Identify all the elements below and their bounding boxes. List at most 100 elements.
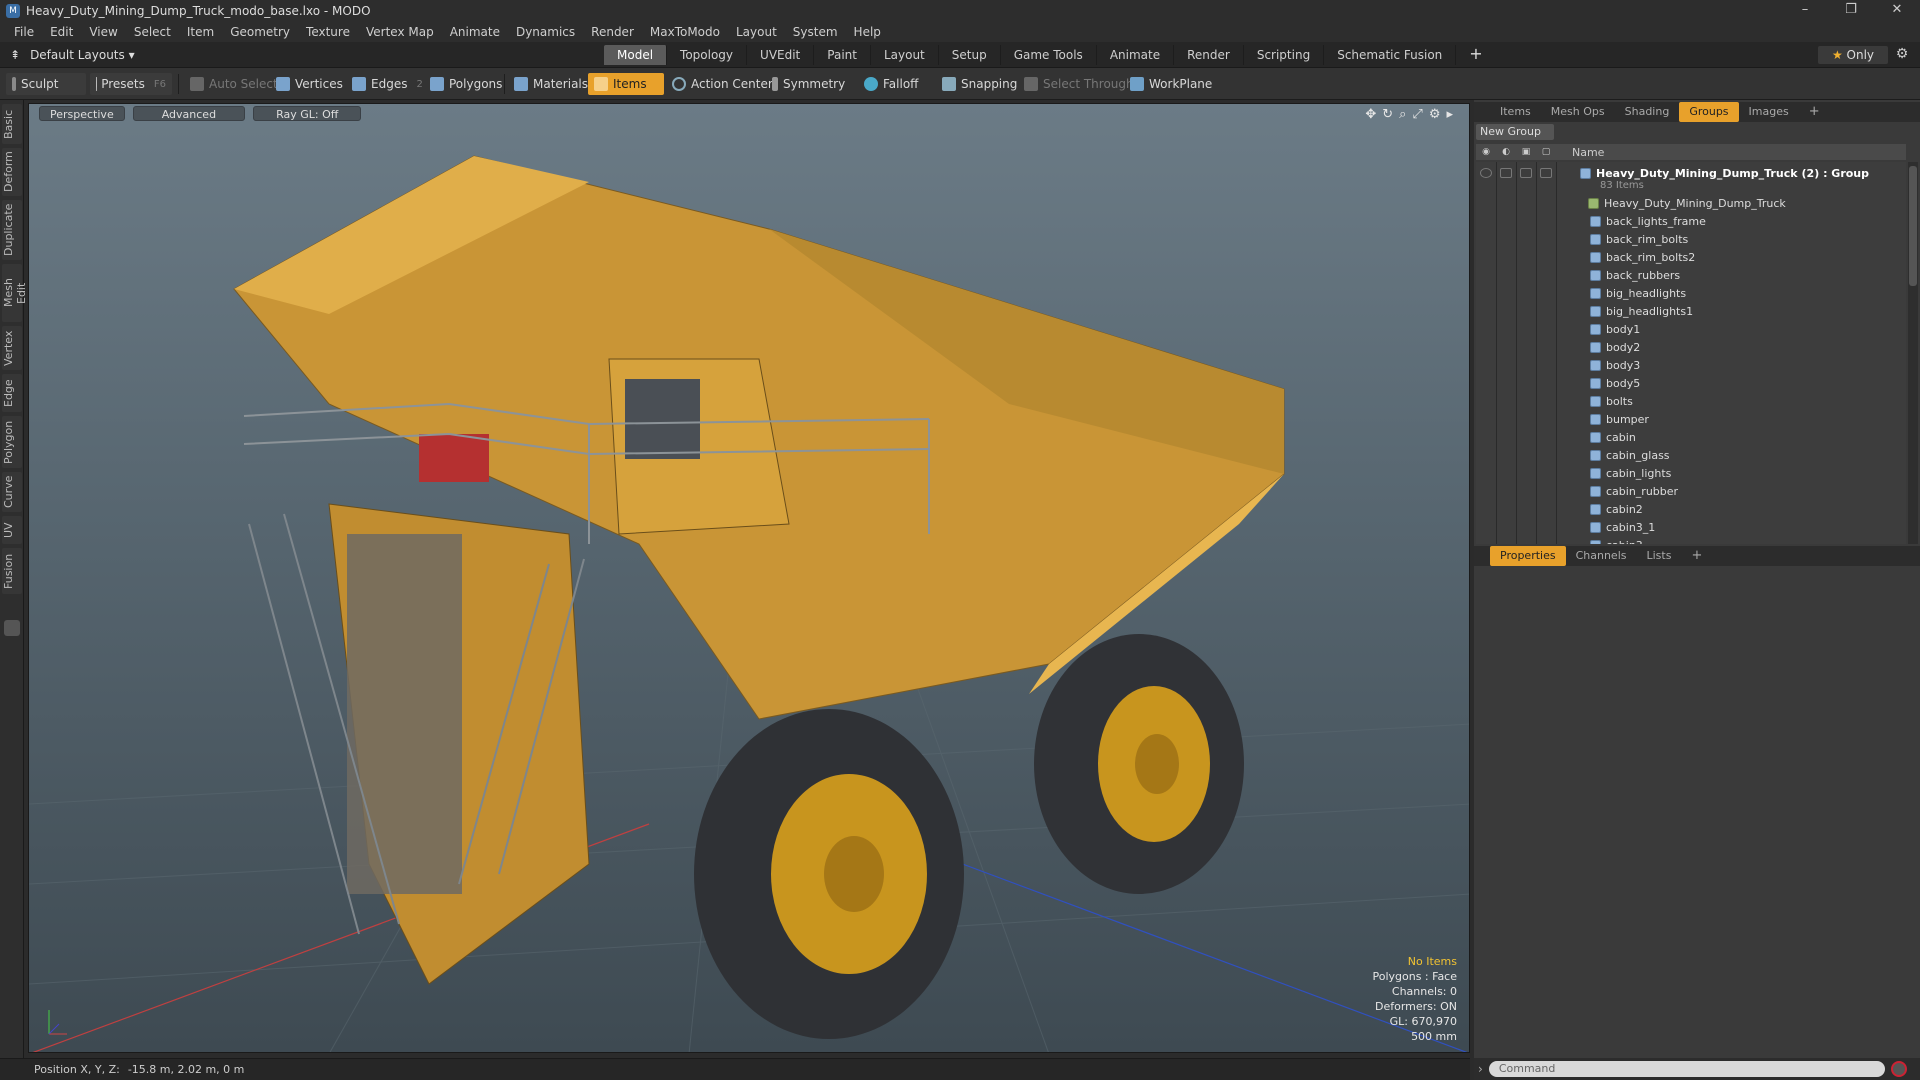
list-item[interactable]: body3	[1476, 356, 1906, 374]
presets-button[interactable]: Presets F6	[90, 73, 172, 95]
tab-render[interactable]: Render	[1174, 45, 1244, 65]
action-center-button[interactable]: Action Center	[666, 73, 779, 95]
list-item[interactable]: big_headlights1	[1476, 302, 1906, 320]
visibility-column-icon[interactable]: ◉	[1476, 147, 1496, 157]
tab-fusion[interactable]: Fusion	[2, 548, 22, 594]
tab-channels[interactable]: Channels	[1566, 546, 1637, 566]
symmetry-button[interactable]: Symmetry	[766, 73, 851, 95]
menu-file[interactable]: File	[6, 25, 42, 39]
tab-scripting[interactable]: Scripting	[1244, 45, 1325, 65]
3d-viewport[interactable]: Perspective Advanced Ray GL: Off ✥ ↻ ⌕ ⤢…	[28, 103, 1470, 1053]
menu-item[interactable]: Item	[179, 25, 222, 39]
close-button[interactable]: ✕	[1874, 0, 1920, 22]
tab-curve[interactable]: Curve	[2, 472, 22, 512]
add-tab-button[interactable]: +	[1456, 45, 1495, 65]
layout-selector[interactable]: ⇞ Default Layouts ▾	[10, 46, 135, 64]
tab-vertex[interactable]: Vertex	[2, 326, 22, 370]
list-item[interactable]: big_headlights	[1476, 284, 1906, 302]
minimize-button[interactable]: –	[1782, 0, 1828, 22]
list-item[interactable]: body2	[1476, 338, 1906, 356]
list-item[interactable]: body5	[1476, 374, 1906, 392]
groups-list[interactable]: Heavy_Duty_Mining_Dump_Truck (2) : Group…	[1476, 162, 1906, 544]
perspective-button[interactable]: Perspective	[39, 106, 125, 121]
name-column-header[interactable]: Name	[1572, 146, 1604, 159]
falloff-button[interactable]: Falloff	[858, 73, 924, 95]
menu-vertex-map[interactable]: Vertex Map	[358, 25, 442, 39]
tab-setup[interactable]: Setup	[939, 45, 1001, 65]
workplane-button[interactable]: WorkPlane	[1124, 73, 1218, 95]
tab-game-tools[interactable]: Game Tools	[1001, 45, 1097, 65]
maximize-button[interactable]: ❐	[1828, 0, 1874, 22]
menu-system[interactable]: System	[785, 25, 846, 39]
list-item[interactable]: Heavy_Duty_Mining_Dump_Truck	[1476, 194, 1906, 212]
ray-gl-button[interactable]: Ray GL: Off	[253, 106, 362, 121]
list-item[interactable]: cabin_lights	[1476, 464, 1906, 482]
list-item[interactable]: cabin_glass	[1476, 446, 1906, 464]
list-item[interactable]: back_rim_bolts2	[1476, 248, 1906, 266]
tab-mesh-edit[interactable]: Mesh Edit	[2, 264, 28, 322]
materials-button[interactable]: Materials	[508, 73, 594, 95]
tab-layout[interactable]: Layout	[871, 45, 939, 65]
tab-duplicate[interactable]: Duplicate	[2, 200, 22, 260]
only-toggle-button[interactable]: ★ Only	[1818, 46, 1888, 64]
tab-shading[interactable]: Shading	[1615, 102, 1680, 122]
menu-select[interactable]: Select	[126, 25, 179, 39]
polygons-button[interactable]: Polygons	[424, 73, 508, 95]
list-item[interactable]: cabin_rubber	[1476, 482, 1906, 500]
items-button[interactable]: Items	[588, 73, 664, 95]
menu-geometry[interactable]: Geometry	[222, 25, 298, 39]
tab-model[interactable]: Model	[604, 45, 668, 65]
viewport-settings-icon[interactable]: ⚙	[1429, 107, 1441, 122]
menu-layout[interactable]: Layout	[728, 25, 785, 39]
menu-view[interactable]: View	[81, 25, 125, 39]
command-record-icon[interactable]	[1890, 1061, 1907, 1077]
rotate-icon[interactable]: ↻	[1382, 107, 1393, 122]
menu-render[interactable]: Render	[583, 25, 642, 39]
tab-basic[interactable]: Basic	[2, 104, 22, 144]
tab-mesh-ops[interactable]: Mesh Ops	[1541, 102, 1615, 122]
tab-schematic-fusion[interactable]: Schematic Fusion	[1324, 45, 1457, 65]
tab-topology[interactable]: Topology	[667, 45, 748, 65]
tab-lists[interactable]: Lists	[1637, 546, 1682, 566]
tab-paint[interactable]: Paint	[814, 45, 871, 65]
select-through-button[interactable]: Select Through	[1018, 73, 1140, 95]
new-group-button[interactable]: New Group	[1476, 124, 1554, 140]
menu-maxtomodo[interactable]: MaxToModo	[642, 25, 728, 39]
select-column-icon[interactable]: ▢	[1536, 147, 1556, 157]
zoom-icon[interactable]: ⌕	[1399, 107, 1406, 122]
tab-properties[interactable]: Properties	[1490, 546, 1566, 566]
pan-icon[interactable]: ✥	[1365, 107, 1376, 122]
list-item[interactable]: cabin	[1476, 428, 1906, 446]
add-properties-tab-button[interactable]: +	[1681, 546, 1712, 566]
tab-uv[interactable]: UV	[2, 516, 22, 544]
snapping-button[interactable]: Snapping	[936, 73, 1023, 95]
list-item[interactable]: body1	[1476, 320, 1906, 338]
tab-images[interactable]: Images	[1739, 102, 1799, 122]
tab-deform[interactable]: Deform	[2, 148, 22, 196]
list-item[interactable]: bumper	[1476, 410, 1906, 428]
auto-select-button[interactable]: Auto Select	[184, 73, 284, 95]
list-item[interactable]: cabin3	[1476, 536, 1906, 544]
fit-icon[interactable]: ⤢	[1412, 107, 1422, 122]
list-item[interactable]: bolts	[1476, 392, 1906, 410]
eye-icon[interactable]	[1480, 168, 1492, 178]
list-item[interactable]: back_lights_frame	[1476, 212, 1906, 230]
viewport-menu-icon[interactable]: ▸	[1446, 107, 1453, 122]
tab-polygon[interactable]: Polygon	[2, 416, 22, 468]
groups-list-scrollbar[interactable]	[1908, 162, 1918, 544]
layout-collapse-icon[interactable]: ⇞	[10, 48, 20, 62]
render-toggle-icon[interactable]	[1520, 168, 1532, 178]
list-item[interactable]: cabin2	[1476, 500, 1906, 518]
layout-gear-icon[interactable]: ⚙	[1892, 46, 1912, 64]
edges-button[interactable]: Edges 2	[346, 73, 429, 95]
list-item[interactable]: back_rubbers	[1476, 266, 1906, 284]
tab-animate[interactable]: Animate	[1097, 45, 1175, 65]
render-column-icon[interactable]: ▣	[1516, 147, 1536, 157]
command-input[interactable]: Command	[1488, 1061, 1885, 1077]
tab-items[interactable]: Items	[1490, 102, 1541, 122]
advanced-button[interactable]: Advanced	[132, 106, 246, 121]
tab-edge[interactable]: Edge	[2, 374, 22, 412]
tab-groups[interactable]: Groups	[1679, 102, 1739, 122]
sculpt-button[interactable]: Sculpt	[6, 73, 86, 95]
menu-edit[interactable]: Edit	[42, 25, 81, 39]
